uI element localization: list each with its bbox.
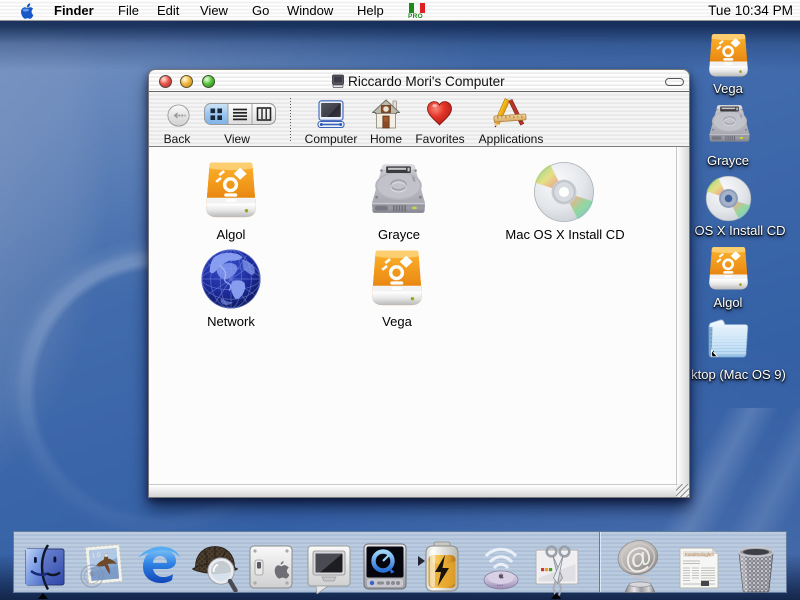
- svg-text:Karalmaloghm: Karalmaloghm: [685, 552, 714, 557]
- svg-text:1.0: 1.0: [91, 552, 101, 560]
- svg-text:• • •: • • •: [497, 584, 503, 588]
